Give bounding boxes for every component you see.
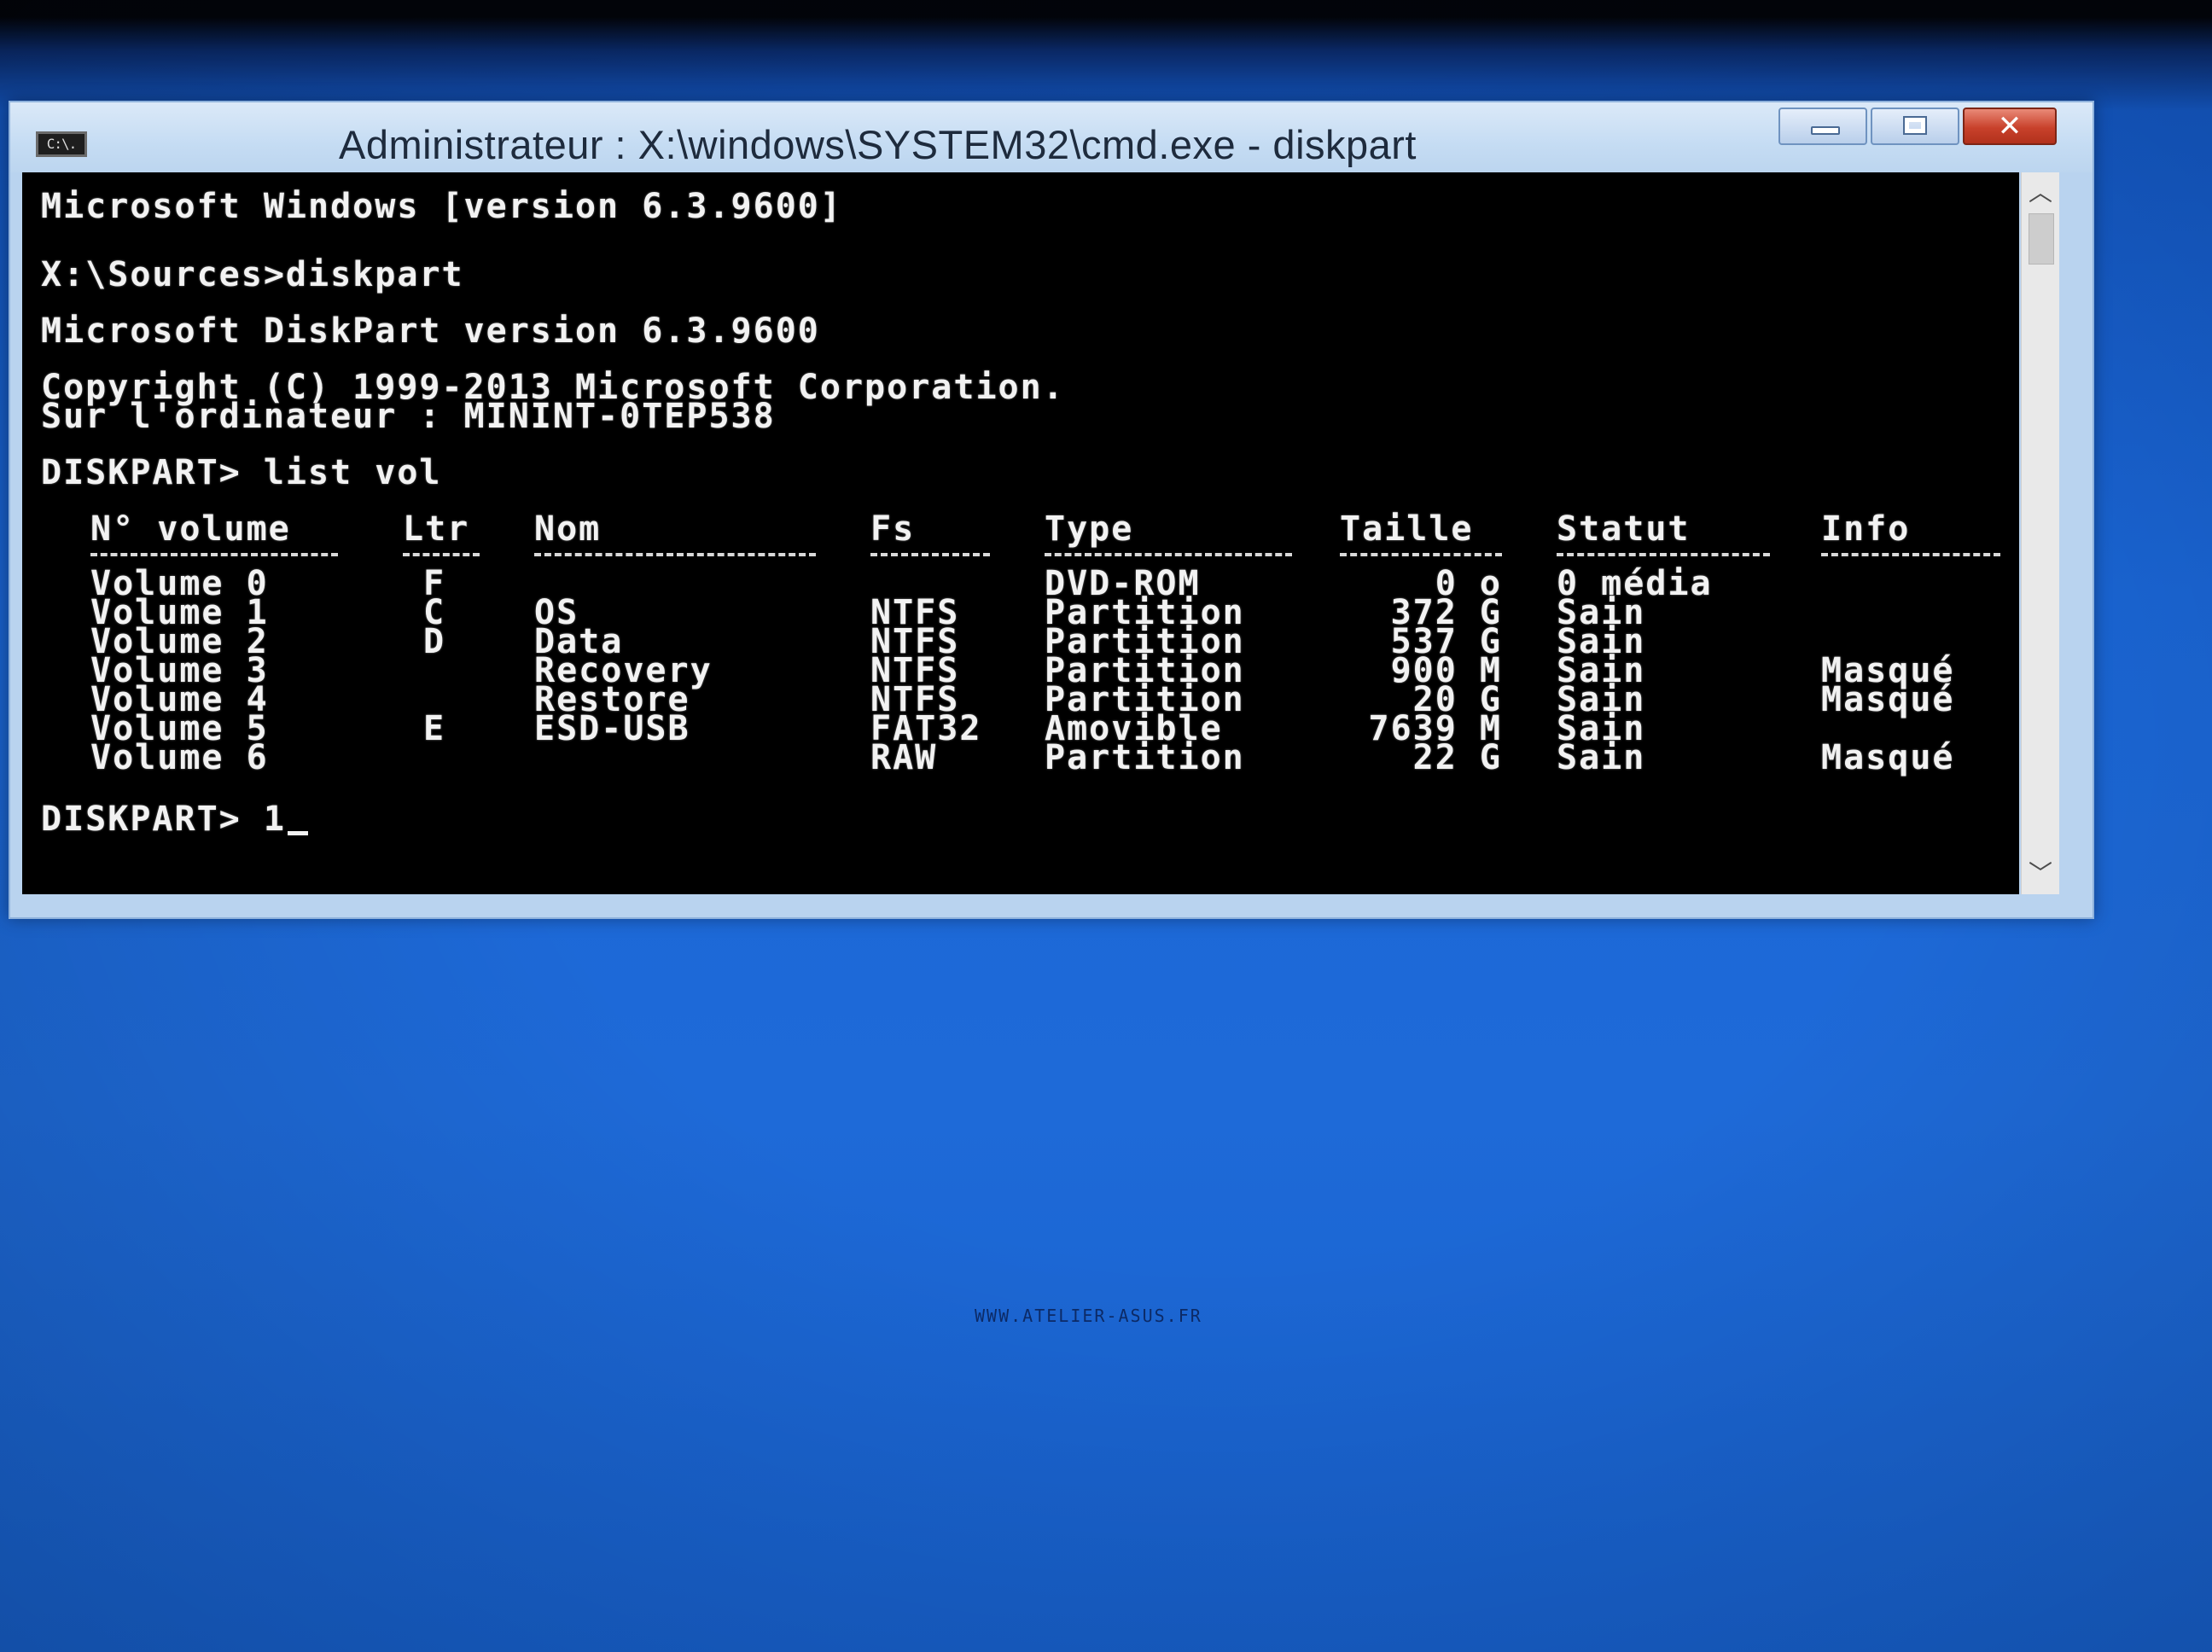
header-separator bbox=[1821, 553, 2000, 556]
close-icon: ✕ bbox=[1997, 109, 2023, 143]
table-header-info: Info bbox=[1821, 509, 1911, 549]
table-header-ltr: Ltr bbox=[403, 509, 470, 549]
vertical-scrollbar[interactable]: ︿ ﹀ bbox=[2021, 172, 2059, 894]
prompt-label: DISKPART> bbox=[41, 800, 264, 839]
header-separator bbox=[403, 553, 480, 556]
maximize-icon bbox=[1903, 116, 1927, 135]
watermark-text: WWW.ATELIER-ASUS.FR bbox=[975, 1306, 1202, 1326]
scrollbar-thumb[interactable] bbox=[2029, 213, 2054, 265]
text-cursor bbox=[287, 831, 308, 835]
header-separator bbox=[1557, 553, 1770, 556]
header-separator bbox=[870, 553, 990, 556]
header-separator bbox=[534, 553, 816, 556]
cell-nom: ESD-USB bbox=[534, 709, 690, 748]
table-header-type: Type bbox=[1045, 509, 1134, 549]
cell-taille: 22 G bbox=[1412, 738, 1502, 777]
chevron-up-icon[interactable]: ︿ bbox=[2022, 176, 2059, 210]
header-separator bbox=[1340, 553, 1502, 556]
cell-type: Partition bbox=[1045, 738, 1245, 777]
command-prompt-line[interactable]: DISKPART> 1 bbox=[41, 802, 308, 836]
table-header-fs: Fs bbox=[870, 509, 916, 549]
command-input[interactable]: 1 bbox=[264, 800, 286, 839]
header-separator bbox=[90, 553, 338, 556]
cell-volume: Volume 6 bbox=[90, 738, 269, 777]
cell-info: Masqué bbox=[1821, 680, 1955, 719]
console-line: Microsoft DiskPart version 6.3.9600 bbox=[41, 311, 820, 351]
console-line: Sur l'ordinateur : MININT-0TEP538 bbox=[41, 397, 776, 436]
table-header-nom: Nom bbox=[534, 509, 602, 549]
cell-ltr: E bbox=[423, 709, 446, 748]
cell-statut: Sain bbox=[1557, 738, 1646, 777]
minimize-button[interactable] bbox=[1778, 108, 1867, 145]
header-separator bbox=[1045, 553, 1292, 556]
console-line: Microsoft Windows [version 6.3.9600] bbox=[41, 187, 842, 226]
chevron-down-icon[interactable]: ﹀ bbox=[2022, 857, 2059, 891]
maximize-button[interactable] bbox=[1871, 108, 1959, 145]
window-title: Administrateur : X:\windows\SYSTEM32\cmd… bbox=[339, 122, 1417, 167]
cmd-app-icon[interactable]: C:\. bbox=[36, 131, 87, 157]
table-header-statut: Statut bbox=[1557, 509, 1691, 549]
cell-info: Masqué bbox=[1821, 738, 1955, 777]
console-line: DISKPART> list vol bbox=[41, 453, 442, 492]
cell-fs: RAW bbox=[870, 738, 938, 777]
table-header-taille: Taille bbox=[1340, 509, 1474, 549]
console-output[interactable]: Microsoft Windows [version 6.3.9600] X:\… bbox=[22, 172, 2019, 894]
minimize-icon bbox=[1811, 126, 1840, 135]
close-button[interactable]: ✕ bbox=[1963, 108, 2057, 145]
cell-ltr: D bbox=[423, 622, 446, 661]
console-line: X:\Sources>diskpart bbox=[41, 255, 464, 294]
cmd-window[interactable]: C:\. Administrateur : X:\windows\SYSTEM3… bbox=[9, 101, 2094, 919]
table-header-volume: N° volume bbox=[90, 509, 291, 549]
